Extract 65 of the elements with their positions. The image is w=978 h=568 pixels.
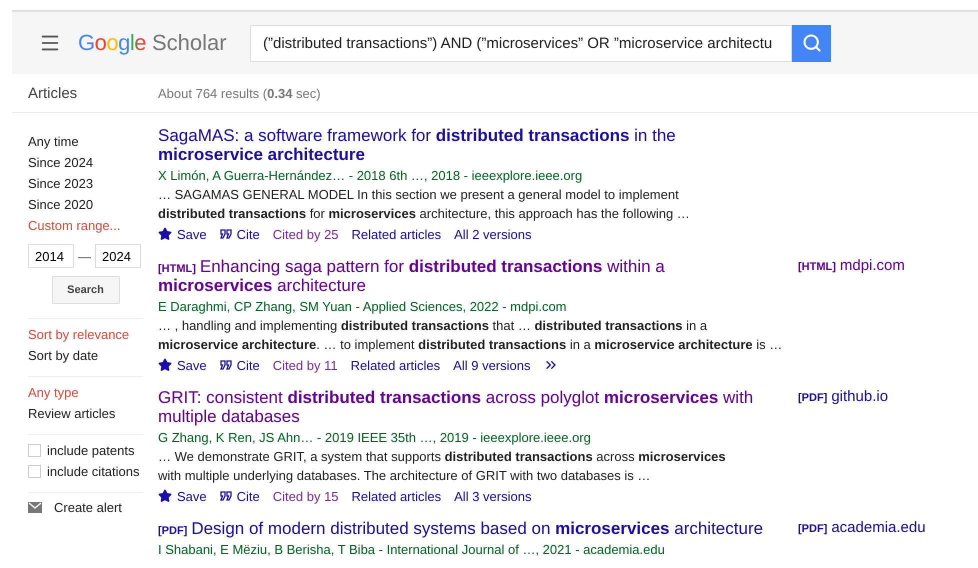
star-icon (158, 489, 172, 503)
logo[interactable]: Google Scholar (78, 30, 233, 56)
versions-link[interactable]: All 9 versions (453, 358, 530, 372)
star-icon (158, 227, 172, 241)
save-link[interactable]: Save (158, 488, 207, 504)
result-snippet: microservice architecture. … to implement distributed transactions in a microservice architecture is … (158, 336, 784, 354)
range-separator: — (78, 248, 91, 264)
quote-icon (220, 491, 232, 501)
quote-icon (220, 229, 232, 239)
versions-link[interactable]: All 3 versions (454, 488, 532, 504)
cited-link[interactable]: Cited by 11 (272, 358, 338, 372)
related-link[interactable]: Related articles (350, 358, 440, 372)
versions-link[interactable]: All 2 versions (454, 226, 532, 242)
full-text-link[interactable]: [PDF] academia.edu (798, 519, 926, 536)
cite-link[interactable]: Cite (220, 226, 260, 242)
sort-option[interactable]: Sort by relevance (28, 324, 143, 345)
time-filter[interactable]: Since 2020 (28, 194, 143, 215)
time-filter[interactable]: Custom range... (28, 215, 143, 236)
section-title: Articles (28, 84, 78, 102)
format-tag: [HTML] (158, 263, 196, 275)
format-tag: [PDF] (158, 525, 188, 537)
result-authors: E Daraghmi, CP Zhang, SM Yuan - Applied Sciences, 2022 - mdpi.com (158, 298, 568, 316)
save-link[interactable]: Save (158, 226, 207, 242)
time-filter[interactable]: Since 2024 (28, 152, 143, 173)
checkbox-label[interactable]: include citations (47, 461, 140, 482)
search-icon (802, 33, 822, 53)
full-text-link[interactable]: [HTML] mdpi.com (798, 257, 905, 274)
result-title[interactable]: [HTML] Enhancing saga pattern for distributed transactions within a microservices architecture (158, 257, 778, 295)
type-filter[interactable]: Review articles (28, 403, 143, 424)
quote-icon (220, 360, 232, 370)
save-link[interactable]: Save (158, 358, 207, 372)
star-icon (158, 358, 172, 372)
result-title[interactable]: SagaMAS: a software framework for distributed transactions in the microservice architecture (158, 126, 778, 164)
search-button[interactable] (792, 24, 831, 62)
result-title[interactable]: [PDF] Design of modern distributed systems based on microservices architecture (158, 519, 778, 538)
cited-link[interactable]: Cited by 25 (272, 226, 339, 242)
envelope-icon (28, 502, 42, 513)
search-button[interactable]: Search (52, 276, 120, 304)
checkbox-label[interactable]: include patents (47, 440, 134, 461)
year-from-field[interactable]: 2014 (28, 244, 74, 268)
search-field[interactable]: (”distributed transactions”) AND (”microservices” OR ”microservice architectu (250, 24, 792, 62)
checkbox[interactable] (28, 444, 41, 457)
related-link[interactable]: Related articles (352, 488, 442, 504)
result-authors: I Shabani, E Mëziu, B Berisha, T Biba - International Journal of …, 2021 - academia.edu (158, 541, 666, 559)
year-to-field[interactable]: 2024 (95, 244, 141, 268)
result-snippet: distributed transactions for microservices architecture, this approach has the following … (158, 205, 691, 223)
sort-option[interactable]: Sort by date (28, 345, 143, 366)
time-filter[interactable]: Any time (28, 131, 143, 152)
checkbox[interactable] (28, 465, 41, 478)
type-filter[interactable]: Any type (28, 382, 143, 403)
result-snippet: with multiple underlying databases. The architecture of GRIT with two databases is … (158, 467, 652, 485)
result-snippet: … SAGAMAS GENERAL MODEL In this section we present a general model to implement (158, 186, 680, 204)
result-authors: G Zhang, K Ren, JS Ahn… - 2019 IEEE 35th …, 2019 - ieeexplore.ieee.org (158, 429, 592, 447)
results-count: About 764 results (0.34 sec) (158, 86, 321, 100)
result-authors: X Limón, A Guerra-Hernández… - 2018 6th …, 2018 - ieeexplore.ieee.org (158, 167, 584, 185)
result-title[interactable]: GRIT: consistent distributed transactions across polyglot microservices with multiple databases (158, 388, 778, 426)
result-snippet: … , handling and implementing distributed transactions that … distributed transactions in a (158, 317, 708, 335)
cite-link[interactable]: Cite (220, 488, 260, 504)
result-snippet: … We demonstrate GRIT, a system that supports distributed transactions across microservices (158, 448, 727, 466)
full-text-link[interactable]: [PDF] github.io (798, 388, 888, 405)
cited-link[interactable]: Cited by 15 (272, 488, 339, 504)
time-filter[interactable]: Since 2023 (28, 173, 143, 194)
related-link[interactable]: Related articles (352, 226, 442, 242)
cite-link[interactable]: Cite (220, 358, 260, 372)
create-alert-link[interactable]: Create alert (54, 497, 122, 518)
